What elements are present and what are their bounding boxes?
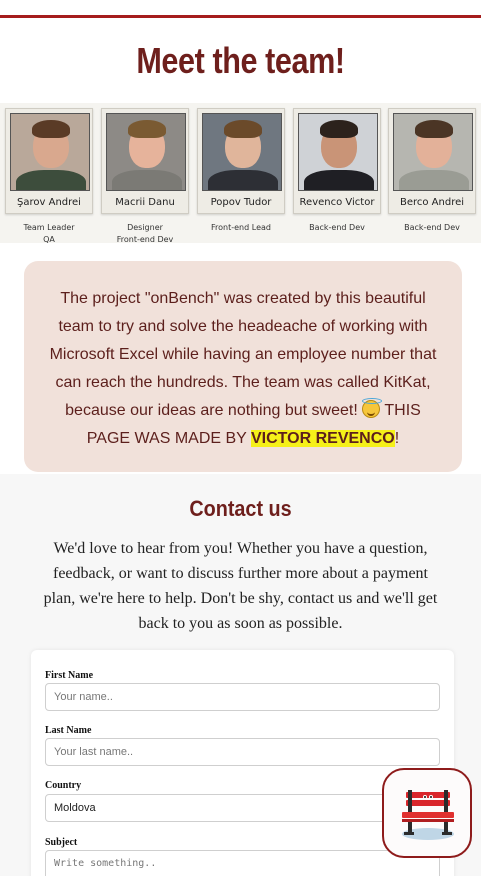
member-card: Şarov Andrei xyxy=(5,108,93,214)
team-strip: Şarov Andrei Team Leader QA Macrii Danu … xyxy=(0,103,481,246)
subject-label: Subject xyxy=(45,837,78,848)
first-name-label: First Name xyxy=(45,670,94,681)
bench-chat-button[interactable] xyxy=(382,768,472,858)
contact-description: We'd love to hear from you! Whether you … xyxy=(43,540,438,632)
made-by-suffix: ! xyxy=(394,430,400,447)
team-member: Şarov Andrei Team Leader QA xyxy=(5,108,93,246)
team-member: Berco Andrei Back-end Dev xyxy=(388,108,476,234)
country-select[interactable]: Moldova xyxy=(45,794,440,822)
member-photo xyxy=(393,113,473,191)
about-box: The project "onBench" was created by thi… xyxy=(24,261,462,472)
country-label: Country xyxy=(45,780,82,791)
bench-icon xyxy=(402,790,454,840)
last-name-label: Last Name xyxy=(45,725,92,736)
member-name: Berco Andrei xyxy=(399,197,465,208)
made-by-name: VICTOR REVENCO xyxy=(251,430,395,447)
member-card: Popov Tudor xyxy=(197,108,285,214)
page-title: Meet the team! xyxy=(136,40,345,81)
member-photo xyxy=(10,113,90,191)
subject-textarea[interactable]: Write something.. xyxy=(45,850,440,876)
member-name: Macrii Danu xyxy=(115,197,175,208)
member-photo xyxy=(298,113,378,191)
last-name-input[interactable]: Your last name.. xyxy=(45,738,440,766)
top-divider xyxy=(0,15,481,18)
member-card: Macrii Danu xyxy=(101,108,189,214)
contact-title: Contact us xyxy=(189,496,292,521)
member-role: Back-end Dev xyxy=(309,223,365,232)
member-role: Team Leader QA xyxy=(23,223,75,244)
member-photo xyxy=(106,113,186,191)
smiling-halo-emoji-icon xyxy=(362,398,383,418)
member-card: Revenco Victor xyxy=(293,108,381,214)
member-role: Front-end Lead xyxy=(211,223,271,232)
member-name: Şarov Andrei xyxy=(17,197,81,208)
member-name: Popov Tudor xyxy=(210,197,272,208)
member-role: Designer Front-end Dev xyxy=(116,223,174,244)
team-member: Popov Tudor Front-end Lead xyxy=(197,108,285,234)
member-card: Berco Andrei xyxy=(388,108,476,214)
team-member: Macrii Danu Designer Front-end Dev xyxy=(101,108,189,246)
member-name: Revenco Victor xyxy=(299,197,375,208)
member-photo xyxy=(202,113,282,191)
team-member: Revenco Victor Back-end Dev xyxy=(293,108,381,234)
member-role: Back-end Dev xyxy=(404,223,460,232)
first-name-input[interactable]: Your name.. xyxy=(45,683,440,711)
